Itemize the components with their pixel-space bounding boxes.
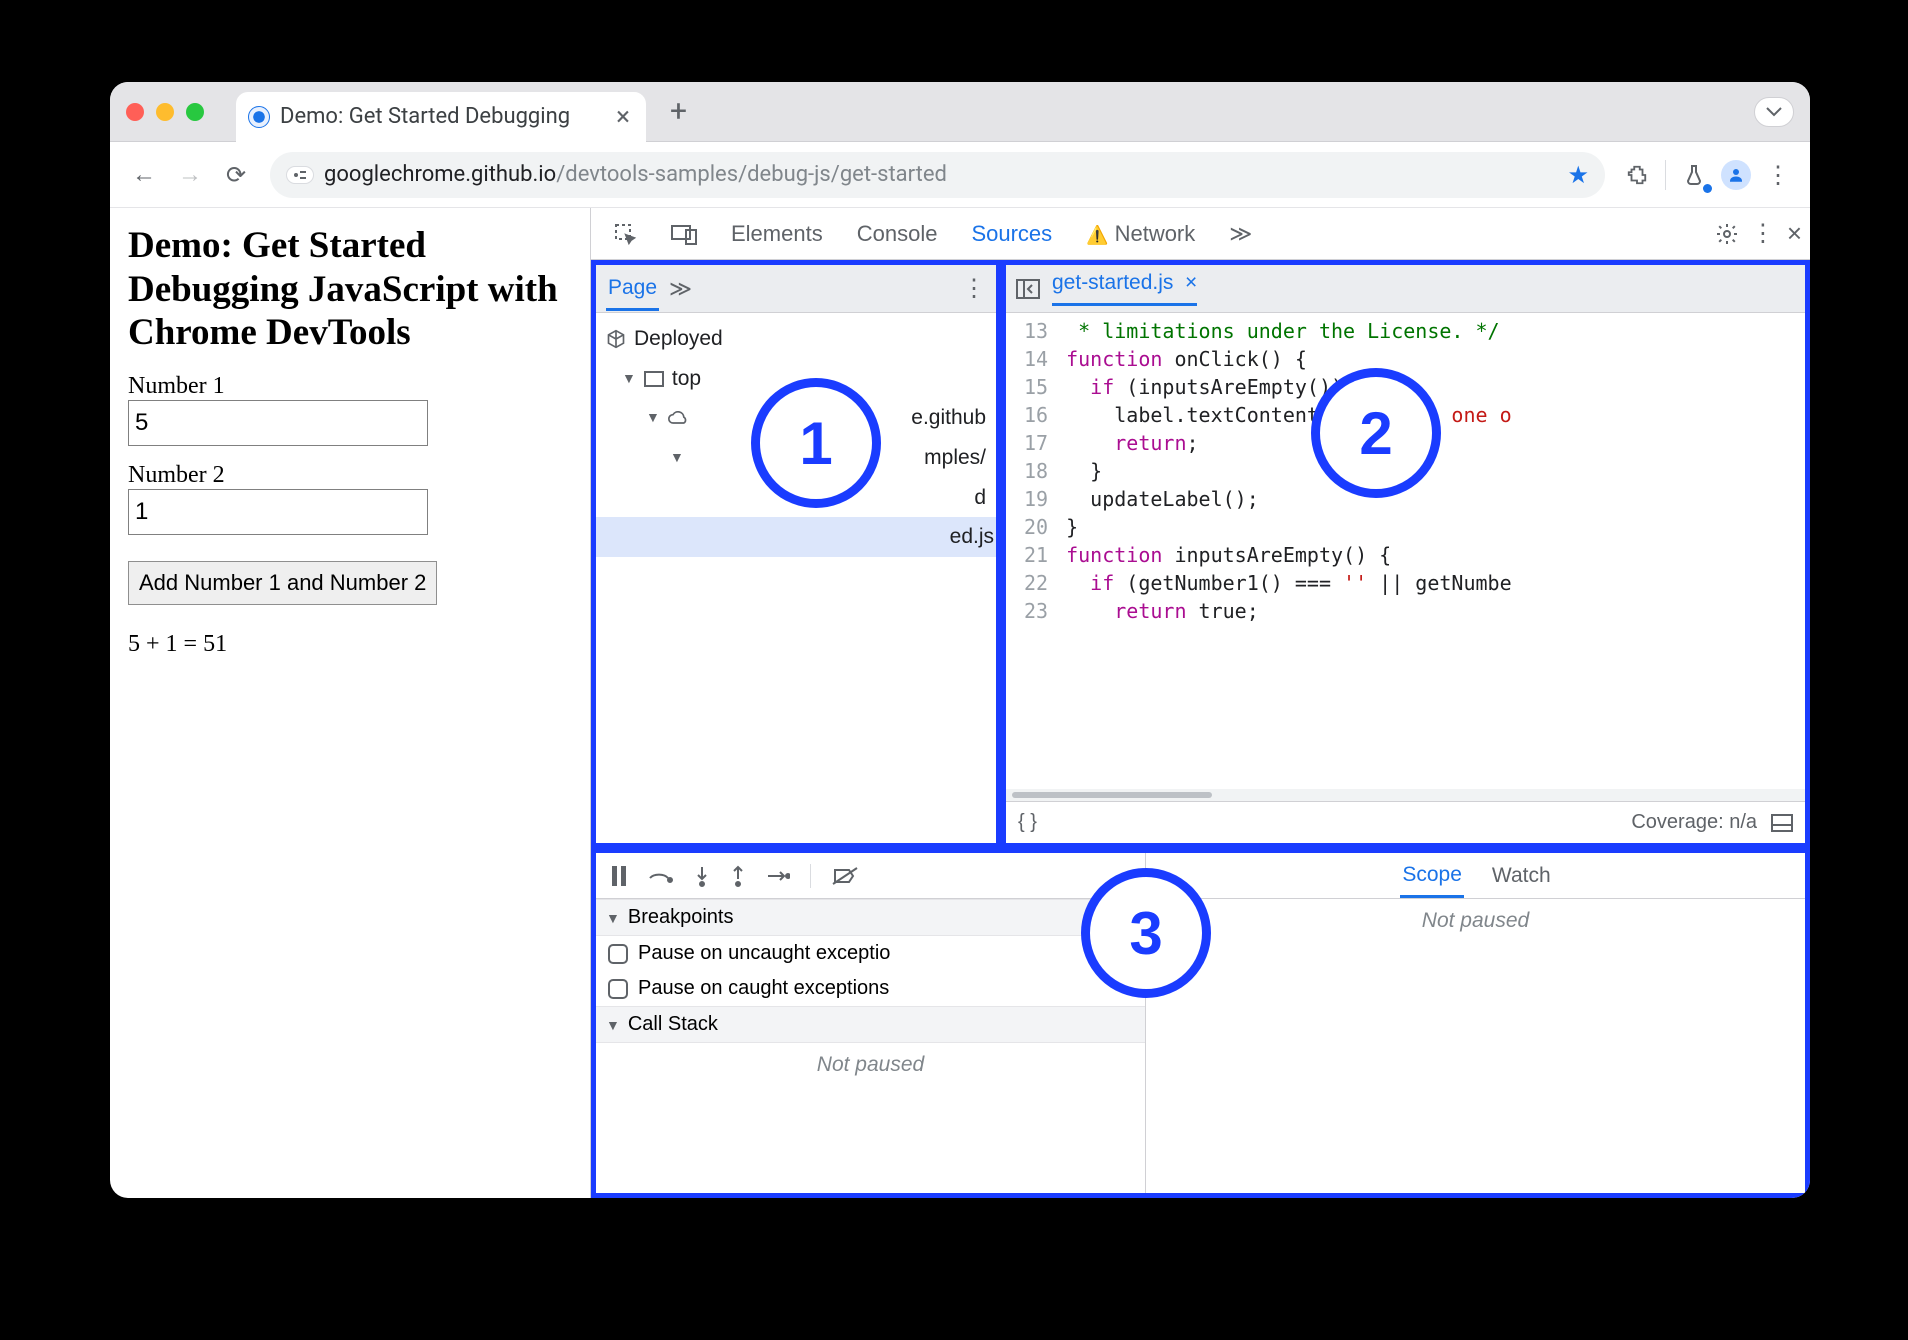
- forward-button[interactable]: →: [170, 155, 210, 195]
- separator: [1665, 160, 1666, 190]
- navigator-menu-button[interactable]: ⋮: [962, 274, 986, 303]
- pause-button[interactable]: [610, 866, 628, 886]
- scope-not-paused: Not paused: [1146, 899, 1805, 943]
- navigator-tabbar: Page ≫ ⋮: [596, 265, 996, 313]
- profile-button[interactable]: [1718, 157, 1754, 193]
- editor-scrollbar[interactable]: [1006, 789, 1805, 801]
- close-window-button[interactable]: [126, 103, 144, 121]
- toolbar: ← → ⟳ googlechrome.github.io/devtools-sa…: [110, 142, 1810, 208]
- annotation-circle-1: 1: [751, 378, 881, 508]
- number1-label: Number 1: [128, 373, 572, 400]
- breakpoints-section[interactable]: ▼Breakpoints: [596, 899, 1145, 936]
- navigator-tab-page[interactable]: Page: [606, 266, 659, 311]
- number1-input[interactable]: [128, 400, 428, 446]
- tab-console[interactable]: Console: [843, 221, 952, 247]
- close-devtools-button[interactable]: ×: [1787, 218, 1802, 249]
- tab-title: Demo: Get Started Debugging: [280, 104, 602, 129]
- demo-page: Demo: Get Started Debugging JavaScript w…: [110, 208, 590, 1198]
- page-heading: Demo: Get Started Debugging JavaScript w…: [128, 224, 572, 355]
- pause-uncaught-checkbox[interactable]: Pause on uncaught exceptio: [596, 936, 1145, 971]
- line-gutter: 1314151617181920212223: [1006, 313, 1060, 801]
- tree-file-selected[interactable]: ed.js: [596, 517, 996, 557]
- url-text: googlechrome.github.io/devtools-samples/…: [324, 162, 947, 187]
- settings-button[interactable]: [1715, 222, 1739, 246]
- site-info-button[interactable]: [286, 166, 314, 184]
- result-text: 5 + 1 = 51: [128, 631, 572, 658]
- show-drawer-button[interactable]: [1771, 814, 1793, 832]
- annotation-circle-2: 2: [1311, 368, 1441, 498]
- file-navigator-pane: Page ≫ ⋮ Deployed ▼ top ▼: [591, 260, 1001, 848]
- maximize-window-button[interactable]: [186, 103, 204, 121]
- back-button[interactable]: ←: [124, 155, 164, 195]
- toggle-navigator-button[interactable]: [1016, 279, 1040, 299]
- more-tabs-button[interactable]: ≫: [1215, 221, 1266, 247]
- pretty-print-button[interactable]: { }: [1018, 811, 1037, 834]
- step-over-button[interactable]: [648, 866, 674, 886]
- close-tab-button[interactable]: ×: [612, 102, 634, 132]
- minimize-window-button[interactable]: [156, 103, 174, 121]
- step-into-button[interactable]: [694, 865, 710, 887]
- editor-tabbar: get-started.js ×: [1006, 265, 1805, 313]
- editor-file-tab[interactable]: get-started.js ×: [1052, 271, 1197, 306]
- annotation-circle-3: 3: [1081, 868, 1211, 998]
- content-area: Demo: Get Started Debugging JavaScript w…: [110, 208, 1810, 1198]
- labs-button[interactable]: [1676, 157, 1712, 193]
- browser-window: Demo: Get Started Debugging × + ← → ⟳ go…: [110, 82, 1810, 1198]
- tab-network[interactable]: Network: [1072, 221, 1209, 247]
- code-content: * limitations under the License. */ func…: [1060, 313, 1512, 801]
- tab-elements[interactable]: Elements: [717, 221, 837, 247]
- pause-caught-checkbox[interactable]: Pause on caught exceptions: [596, 971, 1145, 1006]
- menu-button[interactable]: ⋮: [1760, 157, 1796, 193]
- tab-scope[interactable]: Scope: [1400, 853, 1464, 898]
- new-tab-button[interactable]: +: [670, 94, 687, 129]
- tree-deployed[interactable]: Deployed: [604, 319, 988, 359]
- navigator-more-tabs[interactable]: ≫: [669, 276, 692, 302]
- deactivate-breakpoints-button[interactable]: [831, 866, 859, 886]
- devtools-panel: Elements Console Sources Network ≫ ⋮ ×: [590, 208, 1810, 1198]
- inspect-element-button[interactable]: [599, 222, 651, 246]
- debugger-left: ▼Breakpoints Pause on uncaught exceptio …: [596, 853, 1146, 1193]
- address-bar[interactable]: googlechrome.github.io/devtools-samples/…: [270, 152, 1605, 198]
- title-bar: Demo: Get Started Debugging × +: [110, 82, 1810, 142]
- devtools-menu-button[interactable]: ⋮: [1751, 219, 1775, 248]
- step-out-button[interactable]: [730, 865, 746, 887]
- devtools-tabbar: Elements Console Sources Network ≫ ⋮ ×: [591, 208, 1810, 260]
- favicon: [248, 106, 270, 128]
- coverage-label: Coverage: n/a: [1631, 811, 1757, 834]
- separator: [810, 864, 811, 888]
- callstack-not-paused: Not paused: [596, 1043, 1145, 1087]
- debugger-controls: [596, 853, 1145, 899]
- traffic-lights: [126, 103, 204, 121]
- number2-input[interactable]: [128, 489, 428, 535]
- extensions-button[interactable]: [1619, 157, 1655, 193]
- debugger-right: Scope Watch Not paused: [1146, 853, 1805, 1193]
- number2-label: Number 2: [128, 462, 572, 489]
- reload-button[interactable]: ⟳: [216, 155, 256, 195]
- browser-tab[interactable]: Demo: Get Started Debugging ×: [236, 92, 646, 142]
- device-toolbar-button[interactable]: [657, 223, 711, 245]
- bookmark-star-icon[interactable]: ★: [1567, 161, 1589, 189]
- step-button[interactable]: [766, 869, 790, 883]
- callstack-section[interactable]: ▼Call Stack: [596, 1006, 1145, 1043]
- tab-dropdown-button[interactable]: [1754, 97, 1794, 127]
- scope-watch-tabs: Scope Watch: [1146, 853, 1805, 899]
- tab-watch[interactable]: Watch: [1492, 864, 1551, 888]
- add-button[interactable]: Add Number 1 and Number 2: [128, 561, 437, 605]
- code-editor-pane: get-started.js × 1314151617181920212223 …: [1001, 260, 1810, 848]
- editor-footer: { } Coverage: n/a: [1006, 801, 1805, 843]
- tab-sources[interactable]: Sources: [957, 221, 1066, 247]
